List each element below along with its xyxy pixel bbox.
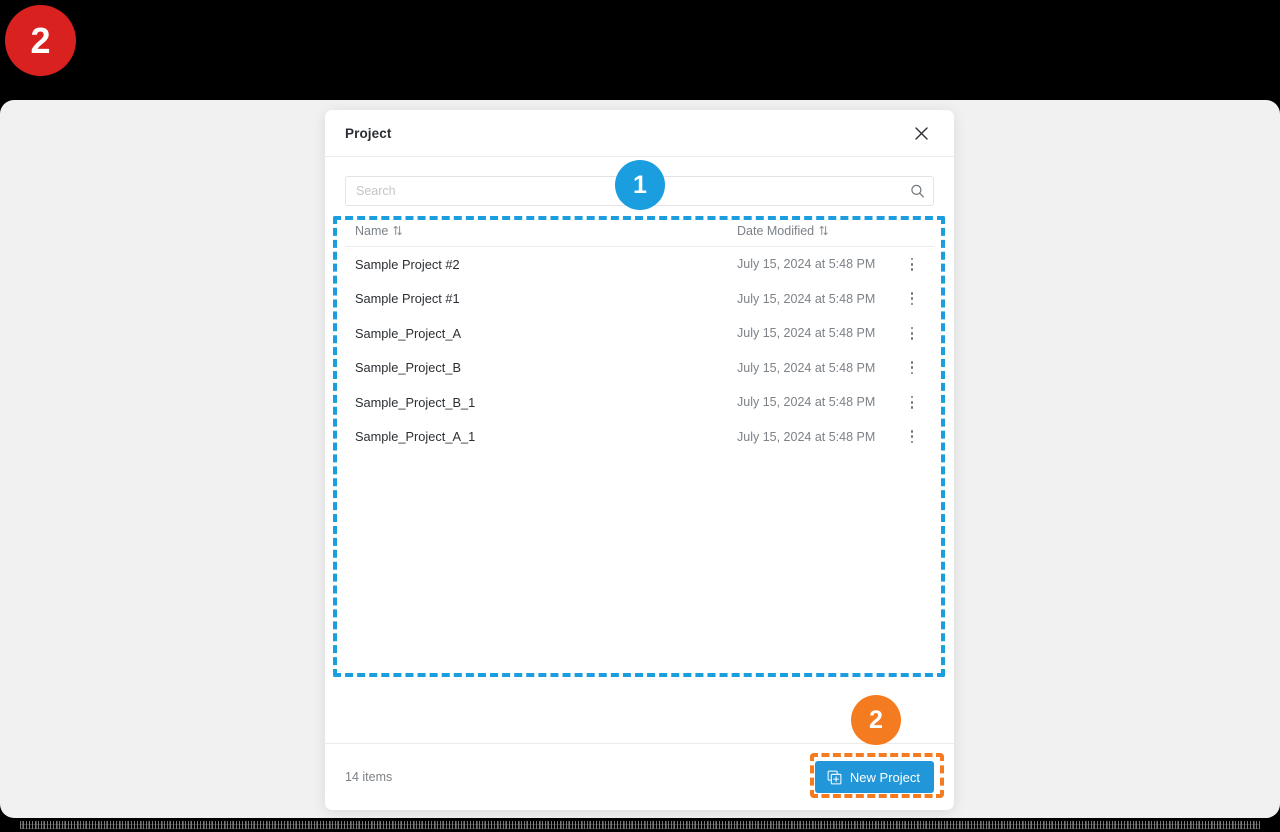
row-name: Sample Project #1 xyxy=(355,291,460,307)
search-field xyxy=(345,176,934,206)
table-row[interactable]: Sample_Project_A_1 July 15, 2024 at 5:48… xyxy=(345,420,934,455)
new-project-button[interactable]: New Project xyxy=(814,761,934,793)
project-list: Name Date Modified Sample Project #2 Jul… xyxy=(345,215,934,743)
more-vertical-icon[interactable] xyxy=(898,292,926,306)
row-date-modified: July 15, 2024 at 5:48 PM xyxy=(737,395,876,410)
noise-grain xyxy=(20,821,1260,829)
close-icon[interactable] xyxy=(908,120,934,146)
row-date-modified: July 15, 2024 at 5:48 PM xyxy=(737,429,876,444)
more-vertical-icon[interactable] xyxy=(898,361,926,375)
project-modal: Project Name xyxy=(325,110,954,810)
row-name: Sample_Project_A xyxy=(355,325,461,341)
screen: Project Name xyxy=(0,0,1280,832)
new-project-button-label: New Project xyxy=(849,769,920,785)
more-vertical-icon[interactable] xyxy=(898,395,926,409)
row-name: Sample Project #2 xyxy=(355,256,460,272)
modal-body: Name Date Modified xyxy=(325,157,954,743)
search-input[interactable] xyxy=(345,176,934,206)
row-name: Sample_Project_A_1 xyxy=(355,429,476,445)
table-row[interactable]: Sample_Project_A July 15, 2024 at 5:48 P… xyxy=(345,316,934,351)
table-row[interactable]: Sample_Project_B_1 July 15, 2024 at 5:48… xyxy=(345,385,934,420)
sort-arrows-icon[interactable] xyxy=(819,225,828,236)
row-name: Sample_Project_B_1 xyxy=(355,394,476,410)
row-name: Sample_Project_B xyxy=(355,360,461,376)
more-vertical-icon[interactable] xyxy=(898,326,926,340)
modal-header: Project xyxy=(325,110,954,157)
column-header-date-modified[interactable]: Date Modified xyxy=(737,224,898,238)
modal-footer: 14 items New Project xyxy=(325,743,954,810)
bottom-noise-strip xyxy=(0,818,1280,832)
table-row[interactable]: Sample Project #2 July 15, 2024 at 5:48 … xyxy=(345,247,934,282)
item-count: 14 items xyxy=(345,770,393,784)
more-vertical-icon[interactable] xyxy=(898,430,926,444)
column-header-date-label: Date Modified xyxy=(737,223,815,238)
row-date-modified: July 15, 2024 at 5:48 PM xyxy=(737,291,876,306)
list-header: Name Date Modified xyxy=(345,215,934,247)
modal-title: Project xyxy=(345,125,392,141)
new-project-icon xyxy=(827,770,842,785)
more-vertical-icon[interactable] xyxy=(898,257,926,271)
sort-arrows-icon[interactable] xyxy=(393,225,403,236)
annotation-badge-step-corner: 2 xyxy=(5,5,76,76)
list-rows: Sample Project #2 July 15, 2024 at 5:48 … xyxy=(345,247,934,743)
table-row[interactable]: Sample_Project_B July 15, 2024 at 5:48 P… xyxy=(345,351,934,386)
row-date-modified: July 15, 2024 at 5:48 PM xyxy=(737,257,876,272)
row-date-modified: July 15, 2024 at 5:48 PM xyxy=(737,326,876,341)
row-date-modified: July 15, 2024 at 5:48 PM xyxy=(737,360,876,375)
column-header-name[interactable]: Name xyxy=(355,224,737,238)
search-icon[interactable] xyxy=(910,184,925,199)
table-row[interactable]: Sample Project #1 July 15, 2024 at 5:48 … xyxy=(345,282,934,317)
column-header-name-label: Name xyxy=(355,223,389,238)
